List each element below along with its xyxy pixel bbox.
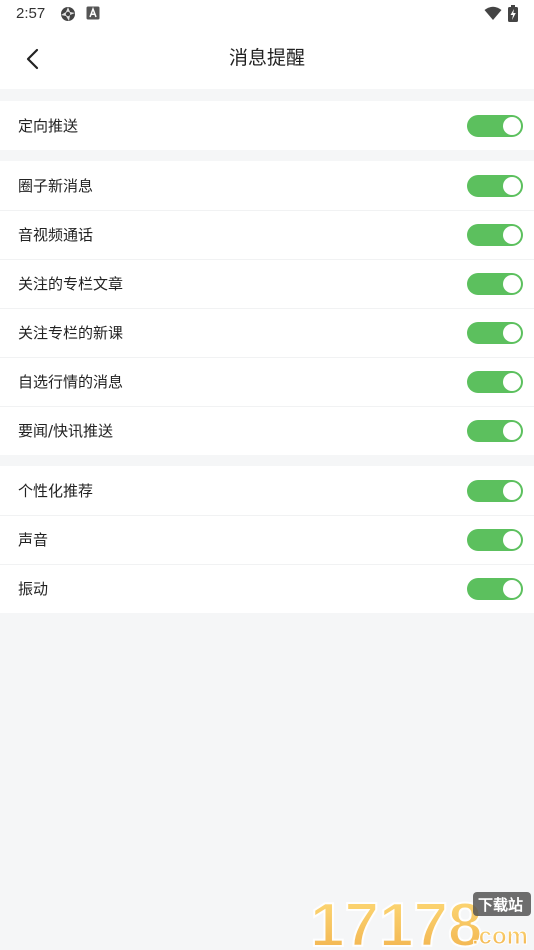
setting-label: 声音	[18, 531, 49, 549]
toggle-knob	[503, 225, 521, 244]
page-title: 消息提醒	[228, 47, 305, 69]
shutter-icon	[61, 7, 75, 21]
section-general: 个性化推荐 声音 振动	[0, 466, 534, 613]
back-button[interactable]	[14, 42, 50, 76]
setting-label: 自选行情的消息	[18, 373, 124, 391]
setting-row-vibration: 振动	[0, 564, 534, 613]
wifi-icon	[484, 6, 502, 20]
setting-label: 个性化推荐	[18, 482, 94, 500]
setting-row-news-push: 要闻/快讯推送	[0, 406, 534, 455]
setting-label: 关注专栏的新课	[18, 324, 124, 342]
setting-row-column-articles: 关注的专栏文章	[0, 259, 534, 308]
watermark-badge: 下载站	[478, 896, 523, 914]
toggle-knob	[503, 530, 521, 549]
setting-row-av-calls: 音视频通话	[0, 210, 534, 259]
toggle-knob	[503, 579, 521, 598]
setting-label: 关注的专栏文章	[18, 275, 124, 293]
setting-label: 音视频通话	[18, 226, 94, 244]
watermark-number: 17178	[310, 891, 482, 950]
toggle-knob	[503, 481, 521, 500]
setting-label: 振动	[18, 580, 49, 598]
toggle-sound[interactable]	[467, 528, 523, 551]
setting-row-circle-messages: 圈子新消息	[0, 161, 534, 210]
toggle-knob	[503, 274, 521, 293]
toggle-news-push[interactable]	[467, 419, 523, 442]
toggle-knob	[503, 421, 521, 440]
setting-label: 定向推送	[18, 117, 79, 135]
battery-charging-icon	[508, 5, 518, 22]
setting-row-personalized: 个性化推荐	[0, 466, 534, 515]
watermark-logo: 17178 下载站 .com	[309, 890, 531, 950]
toggle-knob	[503, 372, 521, 391]
chevron-left-icon	[26, 48, 39, 70]
toggle-personalized[interactable]	[467, 479, 523, 502]
toggle-column-new-courses[interactable]	[467, 321, 523, 344]
setting-label: 要闻/快讯推送	[18, 422, 114, 440]
watermark-domain: .com	[472, 923, 528, 950]
toggle-vibration[interactable]	[467, 577, 523, 600]
toggle-knob	[503, 116, 521, 135]
toggle-av-calls[interactable]	[467, 223, 523, 246]
toggle-watchlist-messages[interactable]	[467, 370, 523, 393]
setting-label: 圈子新消息	[18, 177, 94, 195]
toggle-column-articles[interactable]	[467, 272, 523, 295]
toggle-circle-messages[interactable]	[467, 174, 523, 197]
setting-row-sound: 声音	[0, 515, 534, 564]
section-direct-push: 定向推送	[0, 101, 534, 150]
toggle-knob	[503, 176, 521, 195]
toggle-direct-push[interactable]	[467, 114, 523, 137]
status-time: 2:57	[16, 5, 46, 22]
header: 消息提醒	[0, 28, 534, 89]
section-content-notifications: 圈子新消息 音视频通话 关注的专栏文章 关注专栏的新课 自选行情的消息 要闻/快…	[0, 161, 534, 455]
setting-row-column-new-courses: 关注专栏的新课	[0, 308, 534, 357]
setting-row-watchlist-messages: 自选行情的消息	[0, 357, 534, 406]
toggle-knob	[503, 323, 521, 342]
setting-row-direct-push: 定向推送	[0, 101, 534, 150]
notification-a-icon	[86, 6, 100, 20]
status-bar: 2:57	[0, 0, 534, 28]
